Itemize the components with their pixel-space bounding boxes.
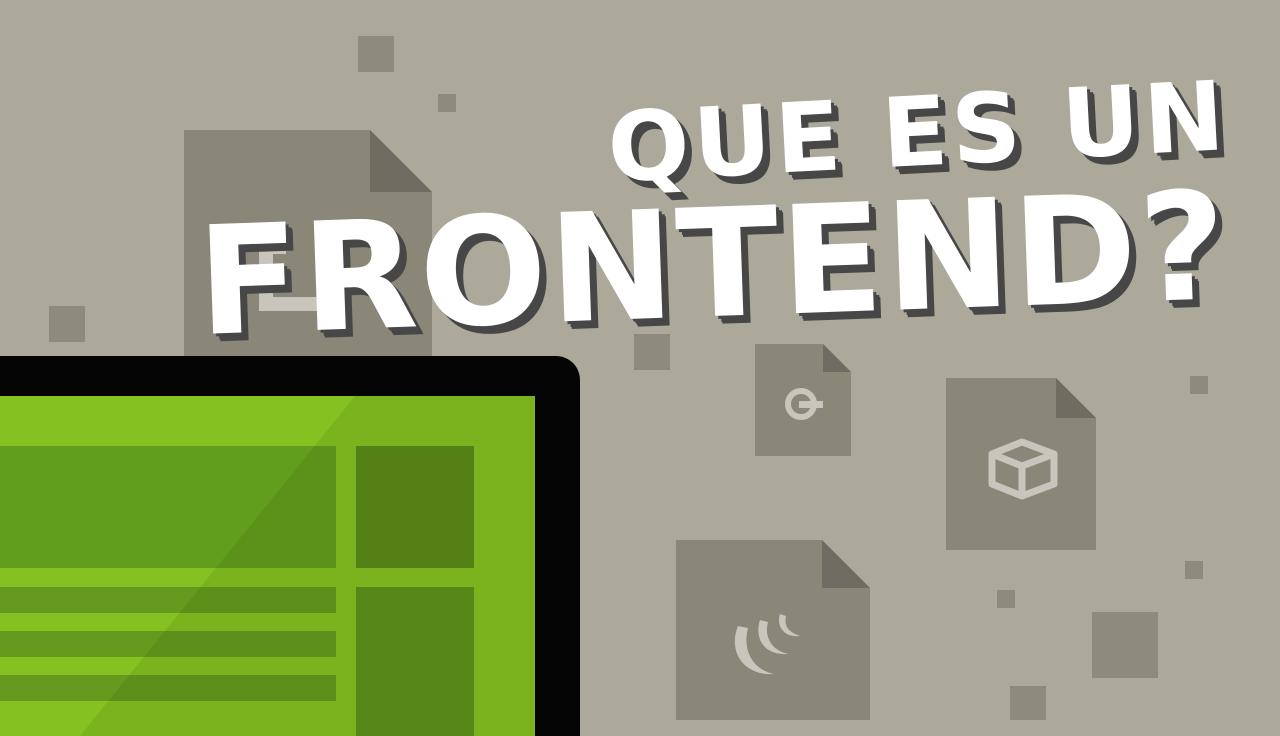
- deco-square: [1190, 376, 1208, 394]
- monitor: [0, 356, 580, 736]
- deco-square: [1185, 561, 1203, 579]
- deco-square: [997, 590, 1015, 608]
- title-line-2: FRONTEND?: [194, 160, 1232, 370]
- deco-square: [358, 36, 394, 72]
- jquery-file-icon: [676, 540, 870, 720]
- screen-glare: [80, 396, 535, 736]
- box-file-icon: [946, 378, 1096, 550]
- monitor-screen: [0, 396, 535, 736]
- code-power-file-icon: [755, 344, 851, 456]
- deco-square: [1092, 612, 1158, 678]
- deco-square: [49, 306, 85, 342]
- deco-square: [1010, 686, 1046, 720]
- deco-square: [438, 94, 456, 112]
